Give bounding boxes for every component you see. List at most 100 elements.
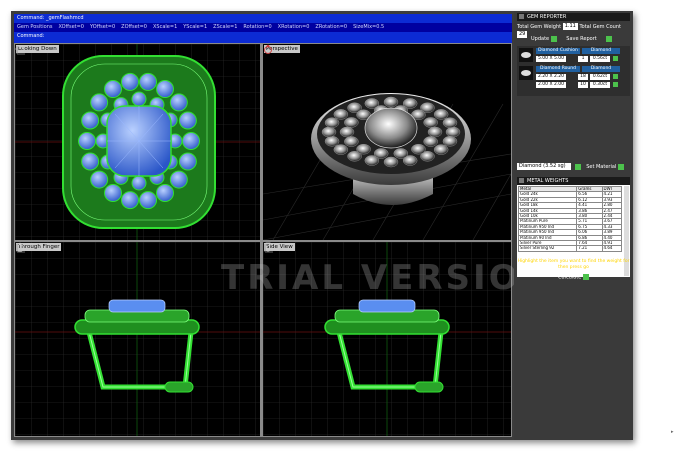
table-cell: Silver Sterling 92 xyxy=(517,245,578,252)
update-row: Update Save Report xyxy=(517,35,630,43)
command-prompt[interactable]: Command: xyxy=(14,32,512,41)
halo-gem xyxy=(90,170,109,189)
halo-gem xyxy=(445,126,461,138)
app-window: Command: _gemFlashmcd Gem Positions XOffs… xyxy=(11,11,633,440)
gem-thumbnail-icon xyxy=(519,48,533,62)
gem-type: Diamond xyxy=(582,48,620,54)
halo-gem xyxy=(131,175,147,191)
update-button[interactable] xyxy=(550,35,557,42)
halo-gem xyxy=(344,117,359,128)
gem-select-checkbox[interactable] xyxy=(613,56,618,61)
calculate-label: Calculate xyxy=(558,274,582,281)
halo-gem xyxy=(81,152,100,171)
table-row[interactable]: Silver Sterling 92 7.21 4.64 xyxy=(517,245,623,252)
calculate-row: Calculate xyxy=(517,274,630,281)
metal-weights-title: METAL WEIGHTS xyxy=(527,178,569,184)
list-item[interactable]: Diamond Cushion Diamond 5.00 X 5.00 1 0.… xyxy=(518,47,629,64)
command-option[interactable]: ZOffset=0 xyxy=(121,24,147,30)
gem-name: Diamond Cushion xyxy=(536,48,580,54)
command-option[interactable]: XScale=1 xyxy=(153,24,177,30)
gem-thumbnail-icon xyxy=(519,66,533,80)
table-cell: 7.21 xyxy=(576,245,603,252)
halo-gem xyxy=(427,126,443,138)
gem-size: 5.00 X 5.00 xyxy=(536,56,566,62)
gem-reporter-panel: GEM REPORTER Total Gem Weight 1.11 Total… xyxy=(514,11,633,440)
gem-count: 18 xyxy=(578,74,588,80)
calculate-button[interactable] xyxy=(582,274,589,280)
save-report-button[interactable] xyxy=(606,35,613,42)
halo-gem xyxy=(169,93,188,112)
gem-size: 2.00 X 2.00 xyxy=(536,82,566,88)
panel-title: GEM REPORTER xyxy=(527,14,567,20)
gem-list[interactable]: Diamond Cushion Diamond 5.00 X 5.00 1 0.… xyxy=(517,46,630,96)
gem-select-checkbox[interactable] xyxy=(613,82,618,87)
halo-gem xyxy=(324,117,340,128)
halo-gem xyxy=(339,126,355,138)
material-row: Diamond (3.52 sg) Set Material xyxy=(517,163,630,171)
command-option[interactable]: SizeMix=0.5 xyxy=(353,24,384,30)
halo-gem xyxy=(393,148,408,159)
halo-gem xyxy=(104,183,122,202)
ring-orientation-icon xyxy=(264,44,272,54)
halo-gem xyxy=(433,109,449,120)
gem-count: 10 xyxy=(578,82,588,88)
halo-gem xyxy=(178,111,197,130)
command-option[interactable]: ZRotation=0 xyxy=(315,24,347,30)
viewport-looking-down[interactable]: Looking Down xyxy=(15,44,260,240)
gem-size: 2.20 X 2.20 xyxy=(536,74,566,80)
total-weight-value: 1.11 xyxy=(562,23,578,30)
halo-gem xyxy=(104,80,122,99)
axis-icon xyxy=(264,244,273,253)
halo-gem xyxy=(344,136,359,147)
gem-weight: 0.30ct xyxy=(590,82,610,88)
gem-weight: 0.56ct xyxy=(590,56,610,62)
hint-text: Highlight the item you want to find the … xyxy=(517,259,630,270)
command-line-1: Command: _gemFlashmcd xyxy=(17,15,84,21)
material-select[interactable]: Diamond (3.52 sg) xyxy=(517,163,571,170)
halo-gem xyxy=(356,144,371,155)
metal-weights-titlebar: METAL WEIGHTS xyxy=(517,177,630,185)
gem-type: Diamond xyxy=(582,66,620,72)
command-option[interactable]: Rotation=0 xyxy=(243,24,271,30)
halo-gem xyxy=(423,117,438,128)
list-item[interactable]: Diamond Round Diamond 2.20 X 2.20 18 0.6… xyxy=(518,65,629,82)
halo-gem xyxy=(321,126,337,138)
list-item[interactable]: 2.00 X 2.00 10 0.30ct xyxy=(518,81,629,98)
halo-gem xyxy=(139,191,158,210)
halo-gem xyxy=(374,148,389,159)
halo-gem xyxy=(78,132,96,150)
command-option[interactable]: YScale=1 xyxy=(183,24,207,30)
halo-gem xyxy=(120,191,139,210)
halo-gem xyxy=(120,72,139,91)
halo-gem xyxy=(156,183,174,202)
viewport-area: Looking Down Perspective Through Finger … xyxy=(14,43,512,437)
metal-weights-table[interactable]: Metal Grams DWT Gold 24k 6.56 4.21 Gold 22k… xyxy=(517,185,623,252)
close-icon[interactable] xyxy=(519,14,524,19)
mouse-cursor-icon: ▸ xyxy=(671,429,674,435)
command-option[interactable]: XOffset=0 xyxy=(58,24,84,30)
total-count-label: Total Gem Count xyxy=(579,24,621,30)
perspective-render xyxy=(263,93,511,240)
top-view-render xyxy=(15,44,260,240)
command-option[interactable]: XRotation=0 xyxy=(278,24,310,30)
command-option[interactable]: YOffset=0 xyxy=(90,24,115,30)
close-icon[interactable] xyxy=(519,178,524,183)
table-cell: 4.64 xyxy=(601,245,623,252)
command-history[interactable]: Command: _gemFlashmcd Gem Positions XOffs… xyxy=(14,14,512,43)
viewport-perspective[interactable]: Perspective xyxy=(263,44,511,240)
halo-gem xyxy=(81,111,100,130)
halo-gem xyxy=(423,136,438,147)
gem-name: Diamond Round xyxy=(536,66,580,72)
halo-gem xyxy=(433,144,449,155)
halo-gem xyxy=(383,156,399,168)
totals-row: Total Gem Weight 1.11 Total Gem Count 29 xyxy=(517,23,630,38)
gem-select-checkbox[interactable] xyxy=(613,74,618,79)
command-option[interactable]: ZScale=1 xyxy=(213,24,237,30)
halo-gem xyxy=(139,72,158,91)
axis-icon xyxy=(16,244,25,253)
gem-reporter-titlebar: GEM REPORTER xyxy=(517,13,630,21)
command-option[interactable]: Gem Positions xyxy=(17,24,52,30)
set-material-button[interactable] xyxy=(617,163,624,170)
command-options-line: Gem Positions XOffset=0 YOffset=0 ZOffset=0… xyxy=(14,23,512,32)
chevron-down-icon[interactable] xyxy=(574,163,581,170)
